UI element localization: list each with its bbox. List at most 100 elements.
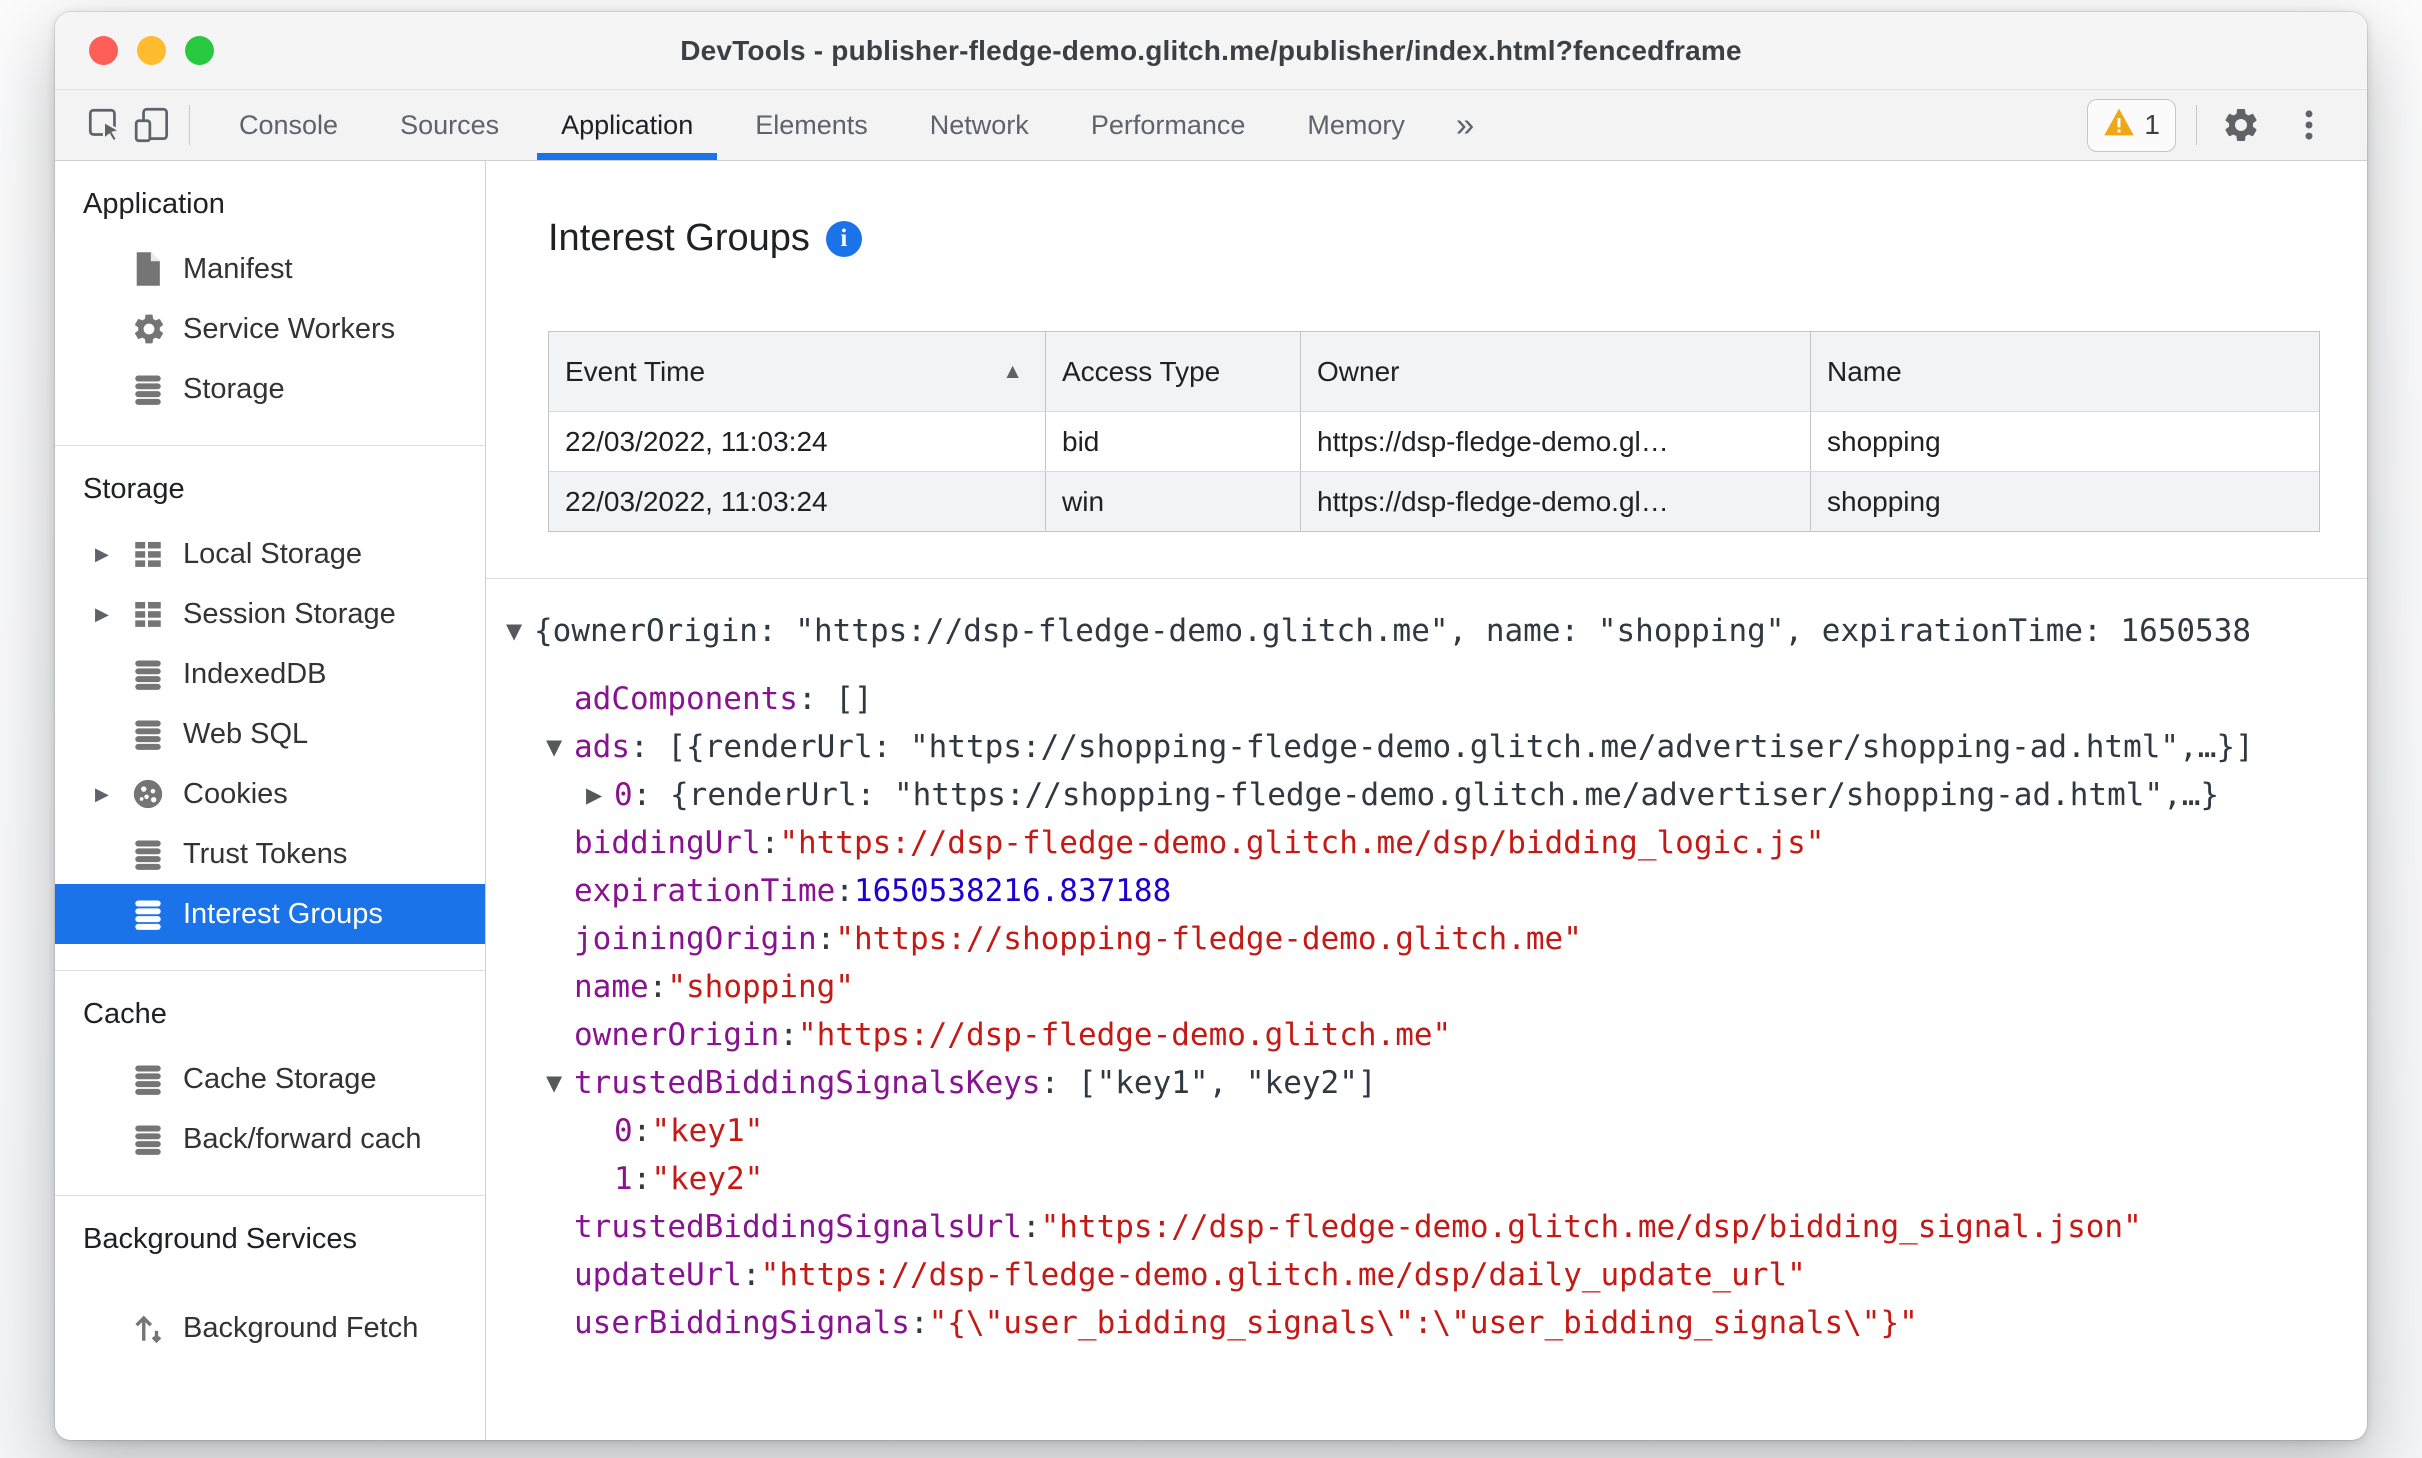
database-icon xyxy=(131,1122,175,1156)
window-title: DevTools - publisher-fledge-demo.glitch.… xyxy=(680,34,1742,66)
more-tabs-chevron[interactable]: » xyxy=(1436,106,1494,144)
tree-line[interactable]: name: "shopping" xyxy=(486,963,2367,1011)
cell-owner: https://dsp-fledge-demo.gl… xyxy=(1301,472,1811,531)
toolbar-right: 1 xyxy=(2087,98,2367,152)
tree-line[interactable]: userBiddingSignals: "{\"user_bidding_sig… xyxy=(486,1299,2367,1347)
tab-elements[interactable]: Elements xyxy=(724,90,899,160)
sidebar-item-manifest[interactable]: Manifest xyxy=(55,239,485,299)
triangle-down-icon[interactable]: ▼ xyxy=(546,1059,574,1107)
database-icon xyxy=(131,897,175,931)
table-row[interactable]: 22/03/2022, 11:03:24 bid https://dsp-fledg… xyxy=(549,411,2319,471)
tree-segment: "https://dsp-fledge-demo.glitch.me/dsp/b… xyxy=(779,825,1825,861)
application-sidebar: Application Manifest Service Workers Storag… xyxy=(55,161,486,1440)
sidebar-section-application: Application Manifest Service Workers Storag… xyxy=(55,161,485,445)
chevron-right-icon[interactable]: ▶ xyxy=(95,784,131,805)
devtools-body: Application Manifest Service Workers Storag… xyxy=(55,161,2367,1440)
issues-count: 1 xyxy=(2144,109,2160,140)
inspect-icon[interactable] xyxy=(81,101,129,149)
sidebar-item-background-fetch[interactable]: Background Fetch xyxy=(55,1298,485,1358)
device-toolbar-icon[interactable] xyxy=(129,101,177,149)
table-row[interactable]: 22/03/2022, 11:03:24 win https://dsp-fledg… xyxy=(549,471,2319,531)
tree-segment: "https://dsp-fledge-demo.glitch.me/dsp/b… xyxy=(1040,1209,2142,1245)
section-items: Background Fetch xyxy=(55,1298,485,1358)
chevron-right-icon[interactable]: ▶ xyxy=(95,604,131,625)
tab-network[interactable]: Network xyxy=(899,90,1060,160)
interest-groups-panel: Interest Groups i Event Time ▲ Access Type… xyxy=(486,161,2367,1440)
tree-segment: : xyxy=(632,1161,652,1197)
tab-sources[interactable]: Sources xyxy=(369,90,530,160)
tree-line[interactable]: ▼ trustedBiddingSignalsKeys: ["key1", "ke… xyxy=(486,1059,2367,1107)
triangle-right-icon[interactable]: ▶ xyxy=(586,771,614,819)
column-header-owner[interactable]: Owner xyxy=(1301,332,1811,411)
sidebar-item-cache-storage[interactable]: Cache Storage xyxy=(55,1049,485,1109)
sidebar-item-label: Web SQL xyxy=(183,717,309,750)
tab-label: Performance xyxy=(1090,109,1246,140)
toolbar-divider xyxy=(189,105,190,145)
tree-segment: adComponents xyxy=(574,681,798,717)
tree-line[interactable]: ▼ ads: [{renderUrl: "https://shopping-fle… xyxy=(486,723,2367,771)
sidebar-item-session-storage[interactable]: ▶ Session Storage xyxy=(55,584,485,644)
tree-line[interactable]: trustedBiddingSignalsUrl: "https://dsp-f… xyxy=(486,1203,2367,1251)
database-icon xyxy=(131,837,175,871)
settings-gear-icon[interactable] xyxy=(2217,101,2265,149)
cell-access-type: bid xyxy=(1046,412,1301,471)
tree-line[interactable]: ownerOrigin: "https://dsp-fledge-demo.gl… xyxy=(486,1011,2367,1059)
column-header-access-type[interactable]: Access Type xyxy=(1046,332,1301,411)
triangle-down-icon[interactable]: ▼ xyxy=(546,723,574,771)
tree-segment: : xyxy=(816,921,836,957)
section-header: Cache xyxy=(83,998,167,1030)
cookie-icon xyxy=(131,777,175,811)
tree-segment: : xyxy=(779,1017,798,1053)
tab-application[interactable]: Application xyxy=(530,90,724,160)
triangle-down-icon[interactable]: ▼ xyxy=(506,607,534,655)
tree-line[interactable]: ▼ {ownerOrigin: "https://dsp-fledge-demo.… xyxy=(486,607,2367,655)
tree-segment: joiningOrigin xyxy=(574,921,817,957)
cell-access-type: win xyxy=(1046,472,1301,531)
sidebar-item-cookies[interactable]: ▶ Cookies xyxy=(55,764,485,824)
sidebar-item-local-storage[interactable]: ▶ Local Storage xyxy=(55,524,485,584)
sidebar-item-web-sql[interactable]: Web SQL xyxy=(55,704,485,764)
sidebar-item-label: Manifest xyxy=(183,252,293,285)
tree-segment: "https://shopping-fledge-demo.glitch.me" xyxy=(835,921,1582,957)
tree-line[interactable]: ▶ 0: {renderUrl: "https://shopping-fledge… xyxy=(486,771,2367,819)
tree-segment: : xyxy=(760,825,780,861)
sidebar-section-cache: Cache Cache Storage Back/forward cach xyxy=(55,970,485,1195)
sidebar-item-label: Cache Storage xyxy=(183,1062,377,1095)
column-header-event-time[interactable]: Event Time ▲ xyxy=(549,332,1046,411)
sidebar-item-service-workers[interactable]: Service Workers xyxy=(55,299,485,359)
column-header-name[interactable]: Name xyxy=(1811,332,2319,411)
sidebar-item-label: Interest Groups xyxy=(183,897,383,930)
cell-name: shopping xyxy=(1827,485,1941,517)
sidebar-item-indexeddb[interactable]: IndexedDB xyxy=(55,644,485,704)
tree-segment: "https://dsp-fledge-demo.glitch.me" xyxy=(797,1017,1452,1053)
tree-segment: : xyxy=(835,873,854,909)
info-icon[interactable]: i xyxy=(825,220,862,257)
tree-segment: {ownerOrigin: "https://dsp-fledge-demo.g… xyxy=(534,613,2252,649)
tree-line[interactable]: biddingUrl: "https://dsp-fledge-demo.gli… xyxy=(486,819,2367,867)
tree-line[interactable]: 1: "key2" xyxy=(486,1155,2367,1203)
database-icon xyxy=(131,372,175,406)
interest-group-events-table: Event Time ▲ Access Type Owner Name 22/03/20… xyxy=(548,331,2320,532)
tree-line[interactable]: expirationTime: 1650538216.837188 xyxy=(486,867,2367,915)
tree-segment: : ["key1", "key2"] xyxy=(1040,1065,1377,1101)
sidebar-item-back-forward-cach[interactable]: Back/forward cach xyxy=(55,1109,485,1169)
titlebar: DevTools - publisher-fledge-demo.glitch.… xyxy=(55,12,2367,90)
sidebar-item-interest-groups[interactable]: Interest Groups xyxy=(55,884,485,944)
tree-segment: "shopping" xyxy=(667,969,854,1005)
tree-segment: 1650538216.837188 xyxy=(853,873,1172,909)
issues-badge[interactable]: 1 xyxy=(2087,98,2176,152)
tab-console[interactable]: Console xyxy=(208,90,369,160)
tree-line[interactable]: updateUrl: "https://dsp-fledge-demo.glit… xyxy=(486,1251,2367,1299)
tree-line[interactable]: adComponents: [] xyxy=(486,675,2367,723)
sidebar-item-label: IndexedDB xyxy=(183,657,327,690)
chevron-right-icon[interactable]: ▶ xyxy=(95,544,131,565)
sidebar-item-trust-tokens[interactable]: Trust Tokens xyxy=(55,824,485,884)
tab-performance[interactable]: Performance xyxy=(1060,90,1277,160)
sidebar-item-storage[interactable]: Storage xyxy=(55,359,485,419)
more-options-icon[interactable] xyxy=(2285,101,2333,149)
tree-line[interactable]: 0: "key1" xyxy=(486,1107,2367,1155)
tree-line[interactable]: joiningOrigin: "https://shopping-fledge-… xyxy=(486,915,2367,963)
tree-segment: trustedBiddingSignalsKeys xyxy=(574,1065,1041,1101)
tab-memory[interactable]: Memory xyxy=(1276,90,1436,160)
warning-icon xyxy=(2103,107,2135,144)
